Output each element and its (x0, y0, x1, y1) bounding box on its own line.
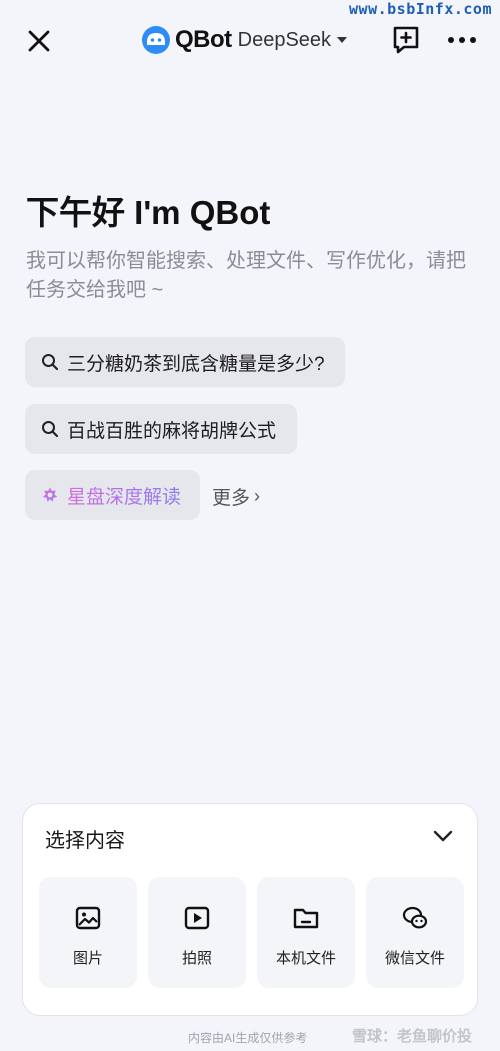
watermark-bottom: 雪球：老鱼聊价投 (352, 1028, 473, 1045)
more-label: 更多 (212, 488, 251, 509)
tile-image[interactable]: 图片 (39, 877, 137, 988)
caret-down-icon (337, 37, 348, 43)
tile-label: 本机文件 (275, 950, 336, 967)
tile-wechat-file[interactable]: 微信文件 (366, 877, 464, 988)
search-icon (42, 354, 59, 371)
suggestion-chip-milk-tea[interactable]: 三分糖奶茶到底含糖量是多少? (25, 337, 345, 387)
image-icon (75, 906, 101, 930)
qbot-logo-icon (142, 26, 170, 54)
wechat-icon (402, 906, 428, 929)
model-selector[interactable]: QBot DeepSeek (141, 23, 348, 57)
select-content-panel: 选择内容 图片 拍照 本机文件 微信文件 (22, 803, 478, 1016)
model-name: DeepSeek (237, 28, 332, 51)
tile-label: 拍照 (181, 950, 212, 967)
sparkle-icon (42, 487, 58, 502)
ai-disclaimer: 内容由AI生成仅供参考 (188, 1031, 308, 1045)
chevron-down-icon[interactable] (431, 824, 455, 848)
close-icon[interactable] (22, 24, 56, 58)
suggestion-chip-astrology[interactable]: 星盘深度解读 (25, 470, 200, 520)
tile-label: 图片 (72, 950, 103, 967)
tile-label: 微信文件 (384, 950, 445, 967)
suggestion-label: 百战百胜的麻将胡牌公式 (67, 420, 277, 442)
greeting-title: 下午好 I'm QBot (26, 194, 271, 231)
search-icon (42, 421, 59, 438)
suggestion-label: 星盘深度解读 (67, 482, 181, 509)
more-options-icon[interactable] (445, 26, 479, 54)
tile-camera[interactable]: 拍照 (148, 877, 246, 988)
more-suggestions-link[interactable]: 更多 › (212, 483, 260, 510)
folder-icon (293, 908, 319, 929)
qbot-home-screen: www.bsbInfx.com QBot DeepSeek 下午好 I'm QB… (0, 0, 500, 1051)
top-bar: QBot DeepSeek (0, 18, 500, 62)
greeting-subtitle: 我可以帮你智能搜索、处理文件、写作优化，请把任务交给我吧 ~ (26, 250, 466, 301)
video-icon (184, 906, 210, 930)
brand-name: QBot (175, 26, 232, 53)
tile-local-file[interactable]: 本机文件 (257, 877, 355, 988)
watermark-top: www.bsbInfx.com (349, 0, 492, 18)
panel-title: 选择内容 (45, 830, 125, 852)
suggestion-chip-mahjong[interactable]: 百战百胜的麻将胡牌公式 (25, 404, 297, 454)
chevron-right-icon: › (254, 486, 261, 506)
suggestion-label: 三分糖奶茶到底含糖量是多少? (67, 353, 325, 375)
content-tiles: 图片 拍照 本机文件 微信文件 (39, 877, 464, 988)
new-chat-icon[interactable] (390, 24, 422, 56)
